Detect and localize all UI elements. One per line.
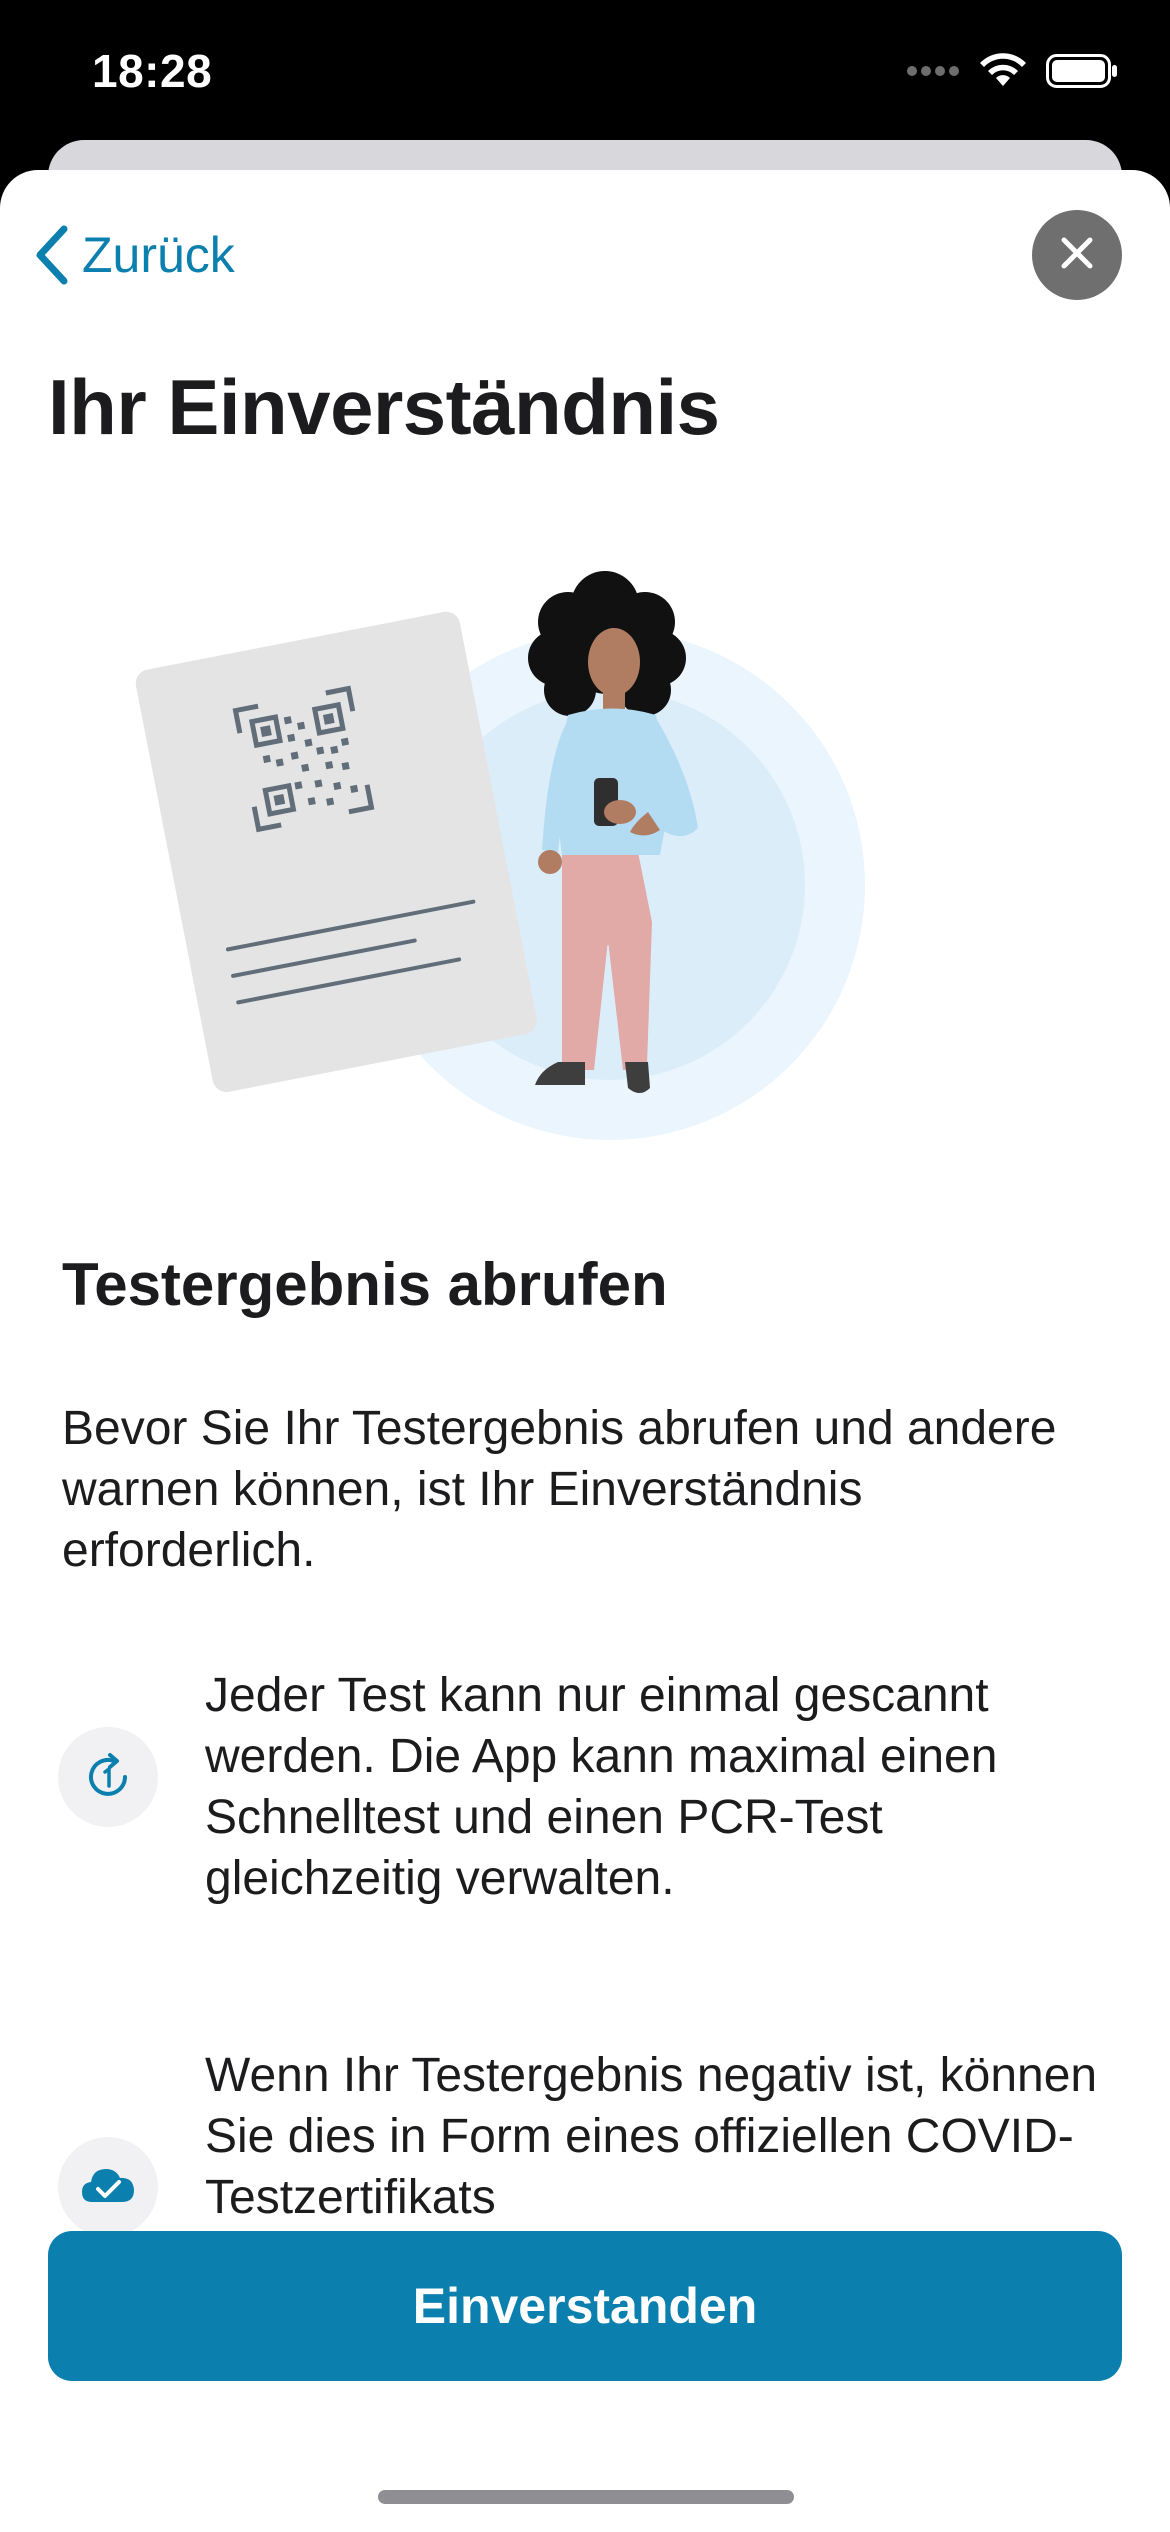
bullet-text: Jeder Test kann nur einmal gescannt werd… <box>205 1669 998 1905</box>
one-time-scan-icon <box>58 1727 158 1827</box>
intro-text: Bevor Sie Ihr Testergebnis abrufen und a… <box>62 1402 1057 1577</box>
consent-sheet: Zurück Ihr Einverständnis Testergebnis a… <box>0 170 1170 2532</box>
woman-with-phone-and-qr-code-illustration <box>100 550 900 1200</box>
chevron-left-icon <box>22 220 82 290</box>
agree-button[interactable]: Einverstanden <box>48 2231 1122 2381</box>
back-label: Zurück <box>82 227 235 283</box>
section-title: Testergebnis abrufen <box>62 1251 668 1318</box>
back-button[interactable]: Zurück <box>22 220 235 290</box>
wifi-icon <box>978 52 1028 95</box>
status-icons <box>906 52 1118 95</box>
close-icon <box>1060 236 1094 275</box>
info-content[interactable]: Testergebnis abrufen Bevor Sie Ihr Teste… <box>0 1250 1170 2265</box>
status-time: 18:28 <box>92 45 213 97</box>
status-bar: 18:28 <box>0 0 1170 150</box>
battery-icon <box>1046 54 1118 93</box>
page-title: Ihr Einverständnis <box>48 363 720 451</box>
cellular-dots-icon <box>906 64 960 83</box>
cloud-check-icon <box>58 2137 158 2237</box>
close-button[interactable] <box>1032 210 1122 300</box>
bullet-text: Wenn Ihr Testergebnis negativ ist, könne… <box>205 2049 1098 2224</box>
home-indicator <box>378 2490 794 2504</box>
